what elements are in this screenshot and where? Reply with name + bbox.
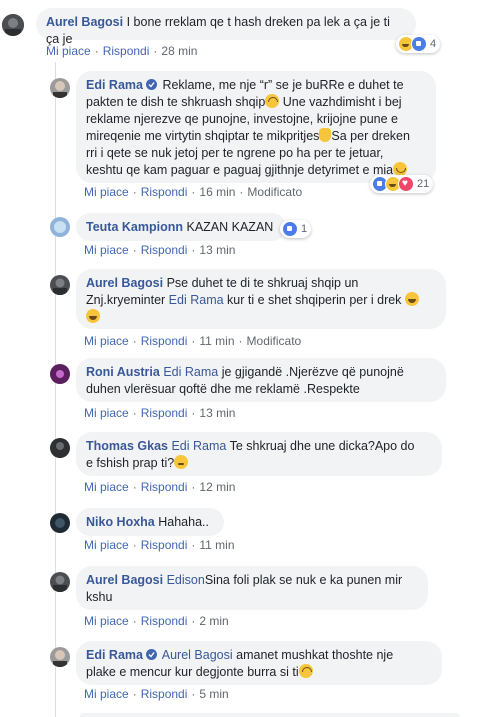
comment-bubble: Aurel Bagosi I bone rreklam qe t hash dr… xyxy=(36,8,416,46)
comment-actions: Mi piace · Rispondi · 13 min xyxy=(84,406,236,420)
laughing-emoji-icon xyxy=(86,309,100,323)
comment-bubble: Edi Rama Aurel Bagosi amanet mushkat tho… xyxy=(76,641,442,685)
comment-actions: Mi piace · Rispondi · 16 min · Modificato xyxy=(84,185,303,199)
avatar[interactable] xyxy=(2,14,24,36)
like-link[interactable]: Mi piace xyxy=(84,614,129,628)
comment-bubble: Thomas Gkas Edi Rama Te shkruaj dhe une … xyxy=(76,432,442,476)
comment-text: Sina foli plak se nuk e ka punen mir xyxy=(204,573,403,587)
comment-author[interactable]: Roni Austria xyxy=(86,365,160,379)
comment-text: Pse duhet te di te shkruaj shqip un xyxy=(166,276,359,290)
thread-line xyxy=(55,62,56,717)
comment-text: Hahaha.. xyxy=(158,515,209,529)
like-reaction-icon xyxy=(411,36,427,52)
like-link[interactable]: Mi piace xyxy=(84,185,129,199)
verified-badge-icon xyxy=(145,649,157,660)
timestamp[interactable]: 11 min xyxy=(199,538,234,552)
mention-link[interactable]: Edi Rama xyxy=(169,293,224,307)
avatar[interactable] xyxy=(50,275,70,295)
timestamp[interactable]: 16 min xyxy=(199,185,235,199)
avatar[interactable] xyxy=(50,364,70,384)
comment-bubble: Teuta Kampionn KAZAN KAZAN xyxy=(76,213,286,241)
verified-badge-icon xyxy=(145,79,157,90)
comment-author[interactable]: Niko Hoxha xyxy=(86,515,155,529)
avatar[interactable] xyxy=(50,513,70,533)
comment-author[interactable]: Aurel Bagosi xyxy=(86,276,163,290)
comment-bubble: Aurel Bagosi Pse duhet te di te shkruaj … xyxy=(76,269,446,329)
reaction-summary[interactable]: 1 xyxy=(280,220,312,238)
comment-actions: Mi piace · Rispondi · 28 min xyxy=(46,44,198,58)
like-link[interactable]: Mi piace xyxy=(84,406,129,420)
upside-down-emoji-icon xyxy=(265,94,280,108)
thumbs-up-emoji-icon xyxy=(319,128,332,142)
avatar[interactable] xyxy=(50,647,70,667)
like-link[interactable]: Mi piace xyxy=(84,243,129,257)
reply-link[interactable]: Rispondi xyxy=(141,687,188,701)
avatar[interactable] xyxy=(50,438,70,458)
comment-actions: Mi piace · Rispondi · 2 min xyxy=(84,614,229,628)
like-link[interactable]: Mi piace xyxy=(84,687,129,701)
avatar[interactable] xyxy=(50,217,70,237)
reply-link[interactable]: Rispondi xyxy=(141,243,188,257)
smile-emoji-icon xyxy=(393,162,408,176)
timestamp[interactable]: 12 min xyxy=(199,480,235,494)
comment-author[interactable]: Thomas Gkas xyxy=(86,439,168,453)
comment-bubble: Niko Hoxha Hahaha.. xyxy=(76,508,224,536)
like-link[interactable]: Mi piace xyxy=(46,44,91,58)
comment-bubble: Aurel Bagosi EdisonSina foli plak se nuk… xyxy=(76,566,428,610)
love-reaction-icon xyxy=(398,176,414,192)
comment-actions: Mi piace · Rispondi · 12 min xyxy=(84,480,236,494)
mention-link[interactable]: Edison xyxy=(167,573,205,587)
timestamp[interactable]: 5 min xyxy=(199,687,228,701)
reply-link[interactable]: Rispondi xyxy=(141,406,188,420)
reaction-count: 21 xyxy=(417,178,430,190)
laughing-emoji-icon xyxy=(404,292,419,306)
like-reaction-icon xyxy=(282,221,298,237)
reaction-count: 1 xyxy=(301,223,308,235)
flushed-emoji-icon xyxy=(174,455,189,469)
comment-actions: Mi piace · Rispondi · 13 min xyxy=(84,243,236,257)
reply-link[interactable]: Rispondi xyxy=(141,480,188,494)
comment-bubble: Roni Austria Edi Rama je gjigandë .Njerë… xyxy=(76,358,446,402)
comment-author[interactable]: Aurel Bagosi xyxy=(46,15,123,29)
comment-actions: Mi piace · Rispondi · 5 min xyxy=(84,687,229,701)
like-link[interactable]: Mi piace xyxy=(84,334,129,348)
reply-link[interactable]: Rispondi xyxy=(103,44,150,58)
avatar[interactable] xyxy=(50,78,70,98)
timestamp[interactable]: 11 min xyxy=(199,334,234,348)
upside-down-emoji-icon xyxy=(298,664,313,678)
modified-label[interactable]: Modificato xyxy=(247,185,302,199)
comment-text: amanet mushkat thoshte nje xyxy=(236,648,394,662)
mention-link[interactable]: Edi Rama xyxy=(163,365,218,379)
comment-text: je gjigandë .Njerëzve që punojnë xyxy=(221,365,404,379)
reply-link[interactable]: Rispondi xyxy=(141,185,188,199)
comment-text: Te shkruaj dhe une dicka?Apo do xyxy=(229,439,415,453)
timestamp[interactable]: 2 min xyxy=(199,614,228,628)
comment-bubble: Edi Rama Reklame, me nje “r” se je buRRe… xyxy=(76,71,436,183)
comment-text: KAZAN KAZAN xyxy=(186,220,274,234)
modified-label[interactable]: Modificato xyxy=(247,334,302,348)
comment-author[interactable]: Edi Rama xyxy=(86,78,143,92)
timestamp[interactable]: 13 min xyxy=(199,243,235,257)
like-link[interactable]: Mi piace xyxy=(84,538,129,552)
comment-text: Reklame, me nje “r” se je buRRe e duhet … xyxy=(162,78,404,92)
reaction-summary[interactable]: 4 xyxy=(396,35,441,53)
next-comment-edge xyxy=(80,713,460,717)
mention-link[interactable]: Aurel Bagosi xyxy=(162,648,233,662)
like-link[interactable]: Mi piace xyxy=(84,480,129,494)
comment-author[interactable]: Edi Rama xyxy=(86,648,143,662)
reply-link[interactable]: Rispondi xyxy=(141,538,188,552)
timestamp[interactable]: 28 min xyxy=(161,44,197,58)
avatar[interactable] xyxy=(50,572,70,592)
timestamp[interactable]: 13 min xyxy=(199,406,235,420)
comment-actions: Mi piace · Rispondi · 11 min · Modificato xyxy=(84,334,302,348)
comment-author[interactable]: Teuta Kampionn xyxy=(86,220,183,234)
comment-author[interactable]: Aurel Bagosi xyxy=(86,573,163,587)
reply-link[interactable]: Rispondi xyxy=(141,614,188,628)
reaction-count: 4 xyxy=(430,38,437,50)
comment-actions: Mi piace · Rispondi · 11 min xyxy=(84,538,235,552)
mention-link[interactable]: Edi Rama xyxy=(171,439,226,453)
reply-link[interactable]: Rispondi xyxy=(141,334,188,348)
reaction-summary[interactable]: 21 xyxy=(370,175,434,193)
